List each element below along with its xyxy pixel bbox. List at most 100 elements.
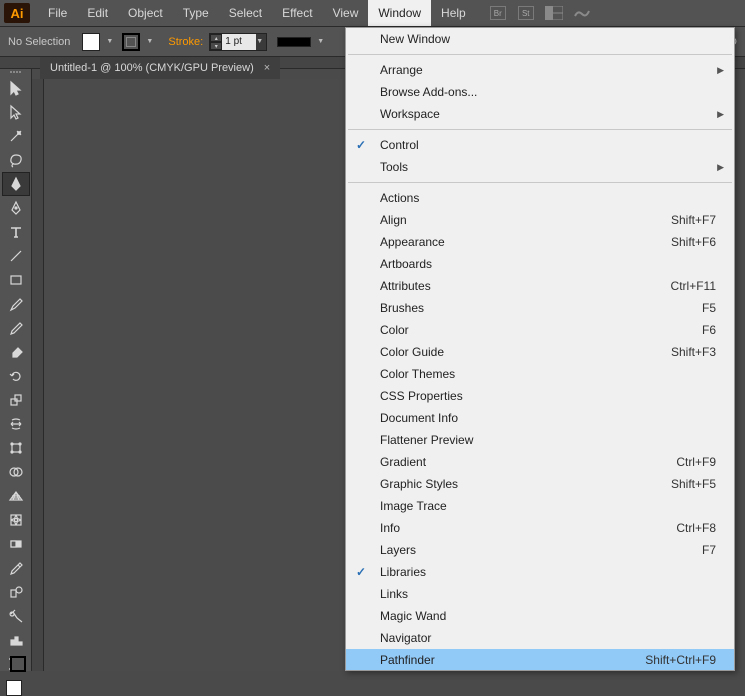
menu-item-attributes[interactable]: AttributesCtrl+F11 bbox=[346, 275, 734, 297]
blend-tool[interactable] bbox=[2, 580, 30, 604]
selection-tool[interactable] bbox=[2, 76, 30, 100]
menu-item-shortcut: F5 bbox=[702, 301, 716, 315]
menu-type[interactable]: Type bbox=[173, 0, 219, 26]
stroke-weight-field[interactable]: ▴▾ ▼ bbox=[209, 33, 267, 51]
direct-selection-tool[interactable] bbox=[2, 100, 30, 124]
menu-item-label: New Window bbox=[380, 32, 450, 46]
default-stroke-swatch[interactable] bbox=[10, 656, 26, 672]
menu-item-label: Artboards bbox=[380, 257, 432, 271]
menu-item-document-info[interactable]: Document Info bbox=[346, 407, 734, 429]
menu-item-pathfinder[interactable]: PathfinderShift+Ctrl+F9 bbox=[346, 649, 734, 671]
free-transform-tool[interactable] bbox=[2, 436, 30, 460]
stroke-profile-dropdown-icon[interactable]: ▼ bbox=[317, 38, 327, 45]
document-tab-title: Untitled-1 @ 100% (CMYK/GPU Preview) bbox=[50, 62, 254, 74]
menu-item-links[interactable]: Links bbox=[346, 583, 734, 605]
menu-item-image-trace[interactable]: Image Trace bbox=[346, 495, 734, 517]
menu-separator bbox=[348, 182, 732, 183]
rotate-tool[interactable] bbox=[2, 364, 30, 388]
width-tool[interactable] bbox=[2, 412, 30, 436]
menu-item-color-themes[interactable]: Color Themes bbox=[346, 363, 734, 385]
lasso-tool[interactable] bbox=[2, 148, 30, 172]
stock-icon[interactable]: St bbox=[516, 5, 536, 21]
close-tab-icon[interactable]: × bbox=[264, 62, 270, 74]
menu-item-actions[interactable]: Actions bbox=[346, 187, 734, 209]
menu-item-shortcut: Shift+F5 bbox=[671, 477, 716, 491]
menu-item-libraries[interactable]: ✓ Libraries bbox=[346, 561, 734, 583]
menu-item-flattener-preview[interactable]: Flattener Preview bbox=[346, 429, 734, 451]
menu-item-tools[interactable]: Tools▶ bbox=[346, 156, 734, 178]
column-graph-tool[interactable] bbox=[2, 628, 30, 652]
menu-item-align[interactable]: AlignShift+F7 bbox=[346, 209, 734, 231]
eyedropper-tool[interactable] bbox=[2, 556, 30, 580]
menu-item-label: Image Trace bbox=[380, 499, 447, 513]
menu-item-workspace[interactable]: Workspace▶ bbox=[346, 103, 734, 125]
menu-item-shortcut: Shift+F3 bbox=[671, 345, 716, 359]
pencil-tool[interactable] bbox=[2, 316, 30, 340]
magic-wand-tool[interactable] bbox=[2, 124, 30, 148]
menu-item-label: Appearance bbox=[380, 235, 445, 249]
rectangle-tool[interactable] bbox=[2, 268, 30, 292]
menu-item-arrange[interactable]: Arrange▶ bbox=[346, 59, 734, 81]
menu-item-shortcut: Shift+F6 bbox=[671, 235, 716, 249]
menu-item-label: Libraries bbox=[380, 565, 426, 579]
submenu-arrow-icon: ▶ bbox=[717, 162, 724, 173]
menu-item-appearance[interactable]: Appearance Shift+F6 bbox=[346, 231, 734, 253]
menu-item-graphic-styles[interactable]: Graphic StylesShift+F5 bbox=[346, 473, 734, 495]
menu-item-magic-wand[interactable]: Magic Wand bbox=[346, 605, 734, 627]
menu-effect[interactable]: Effect bbox=[272, 0, 322, 26]
menu-item-browse-add-ons[interactable]: Browse Add-ons... bbox=[346, 81, 734, 103]
menu-item-shortcut: Ctrl+F8 bbox=[676, 521, 716, 535]
menu-file[interactable]: File bbox=[38, 0, 77, 26]
stroke-weight-input[interactable] bbox=[222, 34, 256, 50]
default-fill-swatch[interactable] bbox=[6, 680, 22, 696]
menu-edit[interactable]: Edit bbox=[77, 0, 118, 26]
document-tab[interactable]: Untitled-1 @ 100% (CMYK/GPU Preview) × bbox=[40, 57, 280, 79]
check-icon: ✓ bbox=[356, 565, 366, 579]
menu-item-brushes[interactable]: BrushesF5 bbox=[346, 297, 734, 319]
bridge-icon[interactable]: Br bbox=[488, 5, 508, 21]
type-tool[interactable] bbox=[2, 220, 30, 244]
menu-item-label: Gradient bbox=[380, 455, 426, 469]
curvature-tool[interactable] bbox=[2, 196, 30, 220]
menu-item-layers[interactable]: Layers F7 bbox=[346, 539, 734, 561]
paintbrush-tool[interactable] bbox=[2, 292, 30, 316]
fill-dropdown-icon[interactable]: ▼ bbox=[106, 38, 116, 45]
menu-view[interactable]: View bbox=[323, 0, 369, 26]
arrange-documents-icon[interactable] bbox=[544, 5, 564, 21]
stroke-swatch[interactable] bbox=[122, 33, 140, 51]
menu-item-new-window[interactable]: New Window bbox=[346, 28, 734, 50]
menu-item-css-properties[interactable]: CSS Properties bbox=[346, 385, 734, 407]
menu-item-control[interactable]: ✓Control bbox=[346, 134, 734, 156]
menu-item-color[interactable]: ColorF6 bbox=[346, 319, 734, 341]
menu-object[interactable]: Object bbox=[118, 0, 173, 26]
eraser-tool[interactable] bbox=[2, 340, 30, 364]
scale-tool[interactable] bbox=[2, 388, 30, 412]
mesh-tool[interactable] bbox=[2, 508, 30, 532]
menu-item-info[interactable]: Info Ctrl+F8 bbox=[346, 517, 734, 539]
toolbox-grip[interactable] bbox=[2, 71, 30, 73]
menu-item-shortcut: F6 bbox=[702, 323, 716, 337]
menu-item-label: Control bbox=[380, 138, 419, 152]
menu-item-gradient[interactable]: GradientCtrl+F9 bbox=[346, 451, 734, 473]
gpu-icon[interactable] bbox=[572, 5, 592, 21]
ruler-vertical bbox=[32, 79, 44, 671]
symbol-sprayer-tool[interactable] bbox=[2, 604, 30, 628]
stroke-profile[interactable] bbox=[277, 37, 311, 47]
shape-builder-tool[interactable] bbox=[2, 460, 30, 484]
fill-swatch[interactable] bbox=[82, 33, 100, 51]
menu-item-navigator[interactable]: Navigator bbox=[346, 627, 734, 649]
perspective-grid-tool[interactable] bbox=[2, 484, 30, 508]
menu-item-color-guide[interactable]: Color GuideShift+F3 bbox=[346, 341, 734, 363]
gradient-tool[interactable] bbox=[2, 532, 30, 556]
pen-tool[interactable] bbox=[2, 172, 30, 196]
submenu-arrow-icon: ▶ bbox=[717, 109, 724, 120]
menu-window[interactable]: Window bbox=[368, 0, 431, 26]
menu-item-label: Layers bbox=[380, 543, 416, 557]
menu-item-artboards[interactable]: Artboards bbox=[346, 253, 734, 275]
menu-item-label: Info bbox=[380, 521, 400, 535]
menu-help[interactable]: Help bbox=[431, 0, 476, 26]
menu-select[interactable]: Select bbox=[219, 0, 272, 26]
stroke-dropdown-icon[interactable]: ▼ bbox=[146, 38, 156, 45]
line-segment-tool[interactable] bbox=[2, 244, 30, 268]
menu-item-shortcut: F7 bbox=[702, 543, 716, 557]
